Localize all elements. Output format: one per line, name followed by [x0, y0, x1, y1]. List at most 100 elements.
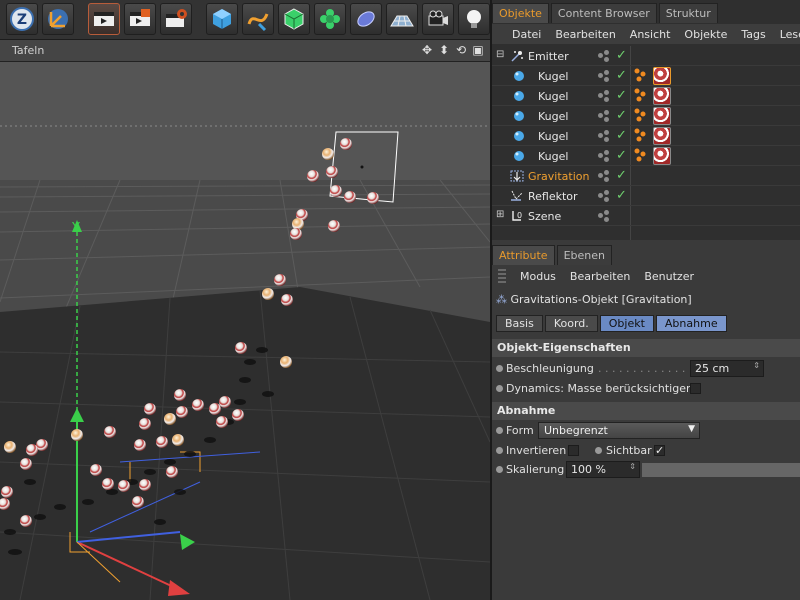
emitter-icon	[511, 51, 523, 62]
tree-item-kugel[interactable]: Kugel ✓	[492, 106, 800, 126]
menu-lese[interactable]: Lese	[780, 28, 800, 41]
particle-tag-icon[interactable]	[634, 68, 648, 82]
animation-dot[interactable]	[496, 385, 503, 392]
enabled-check-icon[interactable]: ✓	[616, 88, 627, 103]
dynamics-masse-checkbox[interactable]	[690, 383, 701, 394]
menu-objekte[interactable]: Objekte	[684, 28, 727, 41]
visibility-dots[interactable]	[598, 130, 609, 142]
stepper-icon[interactable]: ⇕	[753, 361, 760, 370]
deformer-icon[interactable]	[350, 3, 382, 35]
cube-icon[interactable]	[206, 3, 238, 35]
tab-content-browser[interactable]: Content Browser	[550, 3, 657, 23]
stepper-icon[interactable]: ⇕	[629, 462, 636, 471]
seg-koord[interactable]: Koord.	[544, 315, 598, 332]
particle-tag-icon[interactable]	[634, 88, 648, 102]
animation-dot[interactable]	[496, 365, 503, 372]
particle-tag-icon[interactable]	[634, 148, 648, 162]
menu-benutzer[interactable]: Benutzer	[644, 270, 694, 283]
menu-datei[interactable]: Datei	[512, 28, 541, 41]
tab-attribute[interactable]: Attribute	[492, 245, 555, 265]
menu-modus[interactable]: Modus	[520, 270, 556, 283]
tree-item-szene[interactable]: ⊞ 0 Szene	[492, 206, 800, 226]
tree-item-kugel[interactable]: Kugel ✓	[492, 126, 800, 146]
tab-struktur[interactable]: Struktur	[658, 3, 718, 23]
seg-basis[interactable]: Basis	[496, 315, 543, 332]
enabled-check-icon[interactable]: ✓	[616, 128, 627, 143]
rotate-view-icon[interactable]: ⟲	[455, 43, 467, 57]
tree-item-kugel[interactable]: Kugel ✓	[492, 66, 800, 86]
animation-dot[interactable]	[496, 427, 503, 434]
visibility-dots[interactable]	[598, 190, 609, 202]
material-tag-icon[interactable]	[653, 67, 671, 85]
render-picture-viewer-icon[interactable]	[124, 3, 156, 35]
collapse-icon[interactable]: ⊟	[496, 49, 510, 63]
menu-bearbeiten-attr[interactable]: Bearbeiten	[570, 270, 630, 283]
visibility-dots[interactable]	[598, 150, 609, 162]
skalierung-input[interactable]: 100 % ⇕	[566, 461, 640, 478]
tab-ebenen[interactable]: Ebenen	[556, 245, 612, 265]
enabled-check-icon[interactable]: ✓	[616, 48, 627, 63]
sichtbar-checkbox[interactable]: ✓	[654, 445, 665, 456]
enabled-check-icon[interactable]: ✓	[616, 108, 627, 123]
tree-item-kugel[interactable]: Kugel ✓	[492, 86, 800, 106]
3d-viewport[interactable]: Y	[0, 62, 490, 600]
skalierung-slider[interactable]	[642, 463, 800, 477]
material-tag-icon[interactable]	[653, 127, 671, 145]
visibility-dots[interactable]	[598, 210, 609, 222]
animation-dot[interactable]	[496, 447, 503, 454]
spline-pen-icon[interactable]	[242, 3, 274, 35]
subdivision-icon[interactable]	[278, 3, 310, 35]
viewport-menu-tafeln[interactable]: Tafeln	[12, 44, 44, 57]
attribute-tabs: Attribute Ebenen	[492, 245, 612, 265]
animation-dot[interactable]	[496, 466, 503, 473]
coord-system-icon[interactable]	[42, 3, 74, 35]
zoom-view-icon[interactable]: ⬍	[438, 43, 450, 57]
sphere-icon	[514, 111, 524, 121]
seg-abnahme[interactable]: Abnahme	[655, 315, 727, 332]
enabled-check-icon[interactable]: ✓	[616, 168, 627, 183]
tab-objekte[interactable]: Objekte	[492, 3, 549, 23]
undo-z-icon[interactable]: Z	[6, 3, 38, 35]
material-tag-icon[interactable]	[653, 107, 671, 125]
maximize-view-icon[interactable]: ▣	[472, 43, 484, 57]
tree-item-label: Szene	[528, 210, 562, 223]
enabled-check-icon[interactable]: ✓	[616, 148, 627, 163]
section-abnahme[interactable]: Abnahme	[492, 402, 800, 420]
menu-tags[interactable]: Tags	[741, 28, 765, 41]
visibility-dots[interactable]	[598, 70, 609, 82]
viewport-scene: Y	[0, 62, 490, 600]
menu-ansicht[interactable]: Ansicht	[630, 28, 671, 41]
tree-item-gravitation[interactable]: Gravitation ✓	[492, 166, 800, 186]
enabled-check-icon[interactable]: ✓	[616, 68, 627, 83]
invertieren-checkbox[interactable]	[568, 445, 579, 456]
tree-item-reflektor[interactable]: Reflektor ✓	[492, 186, 800, 206]
camera-icon[interactable]	[422, 3, 454, 35]
sphere-icon	[514, 71, 524, 81]
particle-tag-icon[interactable]	[634, 108, 648, 122]
light-icon[interactable]	[458, 3, 490, 35]
animation-dot[interactable]	[595, 447, 602, 454]
render-view-icon[interactable]	[88, 3, 120, 35]
material-tag-icon[interactable]	[653, 87, 671, 105]
floor-icon[interactable]	[386, 3, 418, 35]
visibility-dots[interactable]	[598, 50, 609, 62]
gravity-icon: ⁂	[496, 293, 507, 306]
render-settings-icon[interactable]	[160, 3, 192, 35]
expand-icon[interactable]: ⊞	[496, 209, 510, 223]
tree-item-emitter[interactable]: ⊟ Emitter ✓	[492, 46, 800, 66]
visibility-dots[interactable]	[598, 110, 609, 122]
particle-tag-icon[interactable]	[634, 128, 648, 142]
visibility-dots[interactable]	[598, 170, 609, 182]
menu-bearbeiten[interactable]: Bearbeiten	[555, 28, 615, 41]
form-dropdown[interactable]: Unbegrenzt ▼	[538, 422, 700, 439]
accel-input[interactable]: 25 cm ⇕	[690, 360, 764, 377]
seg-objekt[interactable]: Objekt	[599, 315, 654, 332]
material-tag-icon[interactable]	[653, 147, 671, 165]
tree-item-kugel[interactable]: Kugel ✓	[492, 146, 800, 166]
cloner-icon[interactable]	[314, 3, 346, 35]
section-objekt-eigenschaften[interactable]: Objekt-Eigenschaften	[492, 339, 800, 357]
visibility-dots[interactable]	[598, 90, 609, 102]
enabled-check-icon[interactable]: ✓	[616, 188, 627, 203]
param-label: Dynamics: Masse berücksichtigen	[506, 382, 693, 395]
move-view-icon[interactable]: ✥	[421, 43, 433, 57]
